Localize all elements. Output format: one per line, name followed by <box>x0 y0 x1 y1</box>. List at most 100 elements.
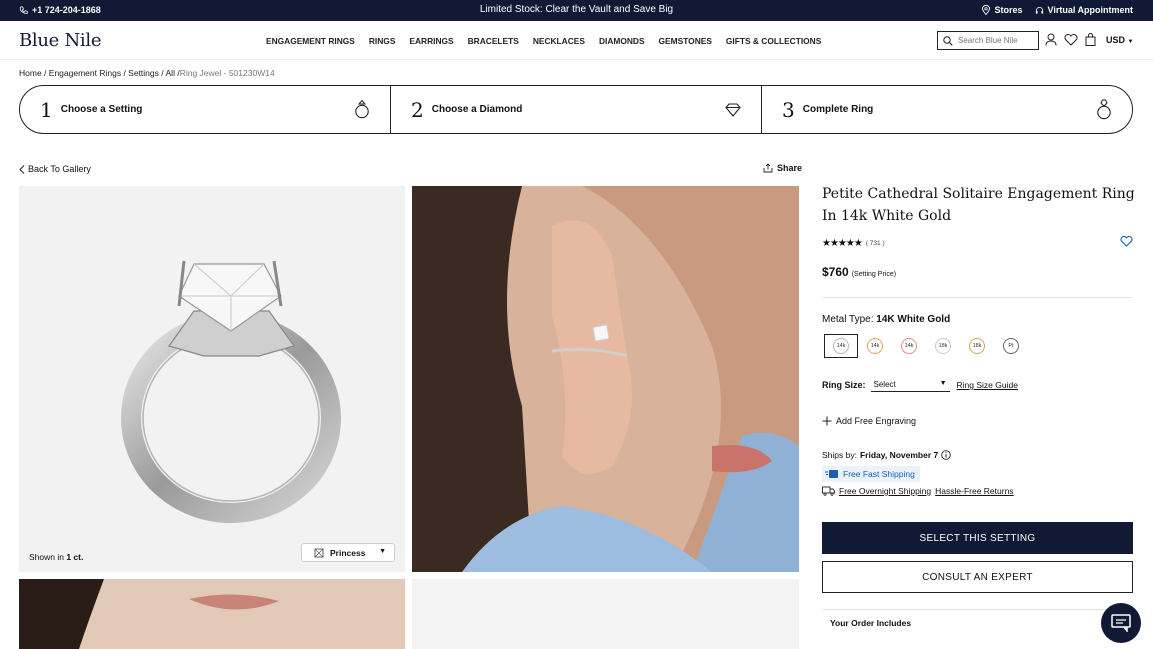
hassle-free-returns-link[interactable]: Hassle-Free Returns <box>935 486 1013 496</box>
info-icon[interactable] <box>941 450 951 460</box>
metal-option-14k-rose[interactable]: 14k <box>892 334 926 358</box>
metal-option-platinum[interactable]: Pt <box>994 334 1028 358</box>
ring-size-label: Ring Size: <box>822 380 866 390</box>
step-number: 3 <box>782 97 795 122</box>
shipping-returns-links: Free Overnight Shipping Hassle-Free Retu… <box>822 486 1014 496</box>
nav-gemstones[interactable]: GEMSTONES <box>659 36 712 46</box>
shown-in-value: 1 ct. <box>66 552 84 562</box>
nav-diamonds[interactable]: DIAMONDS <box>599 36 645 46</box>
promo-banner[interactable]: Limited Stock: Clear the Vault and Save … <box>0 4 1153 15</box>
metal-type-caption: Metal Type: <box>822 314 874 325</box>
breadcrumb-home[interactable]: Home <box>19 68 42 78</box>
main-nav: ENGAGEMENT RINGS RINGS EARRINGS BRACELET… <box>266 36 821 46</box>
metal-option-14k-yellow[interactable]: 14k <box>858 334 892 358</box>
product-image-model-closeup[interactable] <box>19 579 405 649</box>
wishlist-heart-icon[interactable] <box>1064 33 1078 46</box>
virtual-appointment-link[interactable]: Virtual Appointment <box>1035 5 1134 15</box>
metal-swatch: 18k <box>969 338 985 354</box>
product-image-model[interactable] <box>412 186 799 572</box>
shape-label: Princess <box>330 547 366 558</box>
nav-earrings[interactable]: EARRINGS <box>409 36 453 46</box>
metal-option-18k-white[interactable]: 18k <box>926 334 960 358</box>
caret-down-icon: ▼ <box>379 548 386 555</box>
ships-by-date: Friday, November 7 <box>859 450 939 460</box>
engraving-label: Add Free Engraving <box>836 416 917 426</box>
logo[interactable]: Blue Nile <box>19 30 101 51</box>
search-box[interactable] <box>937 31 1039 50</box>
stores-link[interactable]: Stores <box>982 5 1023 15</box>
model-closeup-photo <box>19 579 405 649</box>
step-choose-setting[interactable]: 1 Choose a Setting <box>20 86 391 133</box>
back-label: Back To Gallery <box>28 164 91 174</box>
breadcrumb-all[interactable]: All <box>166 68 175 78</box>
nav-gifts-collections[interactable]: GIFTS & COLLECTIONS <box>726 36 821 46</box>
chevron-left-icon <box>19 164 25 174</box>
share-label: Share <box>777 163 803 173</box>
order-includes-toggle[interactable]: Your Order Includes <box>830 618 911 628</box>
step-choose-diamond[interactable]: 2 Choose a Diamond <box>391 86 762 133</box>
step-label: Choose a Setting <box>60 104 143 115</box>
currency-label: USD <box>1106 34 1126 45</box>
star-rating-icon: ★★★★★ <box>822 238 863 249</box>
share-button[interactable]: Share <box>763 163 802 173</box>
add-engraving-button[interactable]: Add Free Engraving <box>822 416 916 426</box>
metal-options: 14k 14k 14k 18k 18k Pt <box>824 334 1028 358</box>
truck-icon <box>822 486 835 496</box>
nav-engagement-rings[interactable]: ENGAGEMENT RINGS <box>266 36 355 46</box>
shopping-bag-icon[interactable] <box>1085 33 1096 46</box>
top-bar: +1 724-204-1868 Limited Stock: Clear the… <box>0 0 1153 21</box>
ring-size-row: Ring Size: Select ▼ Ring Size Guide <box>822 378 1018 392</box>
metal-option-18k-yellow[interactable]: 18k <box>960 334 994 358</box>
virtual-appointment-label: Virtual Appointment <box>1047 5 1134 15</box>
headset-icon <box>1035 6 1043 14</box>
ring-size-value: Select <box>873 380 896 389</box>
price: $760 (Setting Price) <box>822 265 896 279</box>
metal-swatch: 18k <box>935 338 951 354</box>
nav-necklaces[interactable]: NECKLACES <box>533 36 585 46</box>
nav-bracelets[interactable]: BRACELETS <box>468 36 519 46</box>
header-divider <box>0 59 1153 60</box>
metal-swatch: 14k <box>901 338 917 354</box>
back-to-gallery-link[interactable]: Back To Gallery <box>19 164 91 174</box>
search-icon <box>943 35 953 46</box>
product-title: Petite Cathedral Solitaire Engagement Ri… <box>822 186 1135 224</box>
diamond-shape-selector[interactable]: Princess ▼ <box>301 543 395 562</box>
chat-bubble-icon <box>1111 614 1131 632</box>
wishlist-heart-icon[interactable] <box>1120 236 1133 247</box>
chat-button[interactable] <box>1101 603 1141 643</box>
price-amount: $760 <box>822 265 849 279</box>
consult-expert-button[interactable]: CONSULT AN EXPERT <box>822 561 1133 593</box>
metal-swatch: Pt <box>1003 338 1019 354</box>
rating[interactable]: ★★★★★ ( 731 ) <box>822 238 885 249</box>
step-number: 1 <box>40 97 53 122</box>
product-image-ring[interactable]: Shown in 1 ct. Princess ▼ <box>19 186 405 572</box>
princess-shape-icon <box>314 548 324 557</box>
ships-by-label: Ships by: <box>822 450 857 460</box>
diamond-icon <box>725 103 741 117</box>
nav-rings[interactable]: RINGS <box>369 36 396 46</box>
step-complete-ring[interactable]: 3 Complete Ring <box>762 86 1132 133</box>
product-image-blank[interactable] <box>412 579 799 649</box>
currency-selector[interactable]: USD ▼ <box>1106 35 1133 45</box>
breadcrumb-settings[interactable]: Settings <box>128 68 159 78</box>
ring-size-guide-link[interactable]: Ring Size Guide <box>957 380 1018 390</box>
breadcrumb: Home / Engagement Rings / Settings / All… <box>19 68 275 78</box>
metal-swatch: 14k <box>867 338 883 354</box>
caret-down-icon: ▼ <box>939 380 947 387</box>
step-number: 2 <box>411 97 424 122</box>
fast-shipping-label: Free Fast Shipping <box>843 469 915 479</box>
divider <box>822 297 1132 298</box>
review-count[interactable]: ( 731 ) <box>866 240 885 247</box>
search-input[interactable] <box>958 36 1038 45</box>
stores-label: Stores <box>994 5 1023 15</box>
shown-in-prefix: Shown in <box>29 552 67 562</box>
ring-size-select[interactable]: Select ▼ <box>870 378 950 392</box>
account-icon[interactable] <box>1045 33 1057 46</box>
build-ring-steps: 1 Choose a Setting 2 Choose a Diamond 3 … <box>19 85 1133 134</box>
ring-setting-icon <box>355 99 369 119</box>
breadcrumb-engagement-rings[interactable]: Engagement Rings <box>49 68 121 78</box>
metal-option-14k-white[interactable]: 14k <box>824 334 858 358</box>
free-overnight-shipping-link[interactable]: Free Overnight Shipping <box>839 486 931 496</box>
step-label: Complete Ring <box>802 104 874 115</box>
select-this-setting-button[interactable]: SELECT THIS SETTING <box>822 522 1133 554</box>
